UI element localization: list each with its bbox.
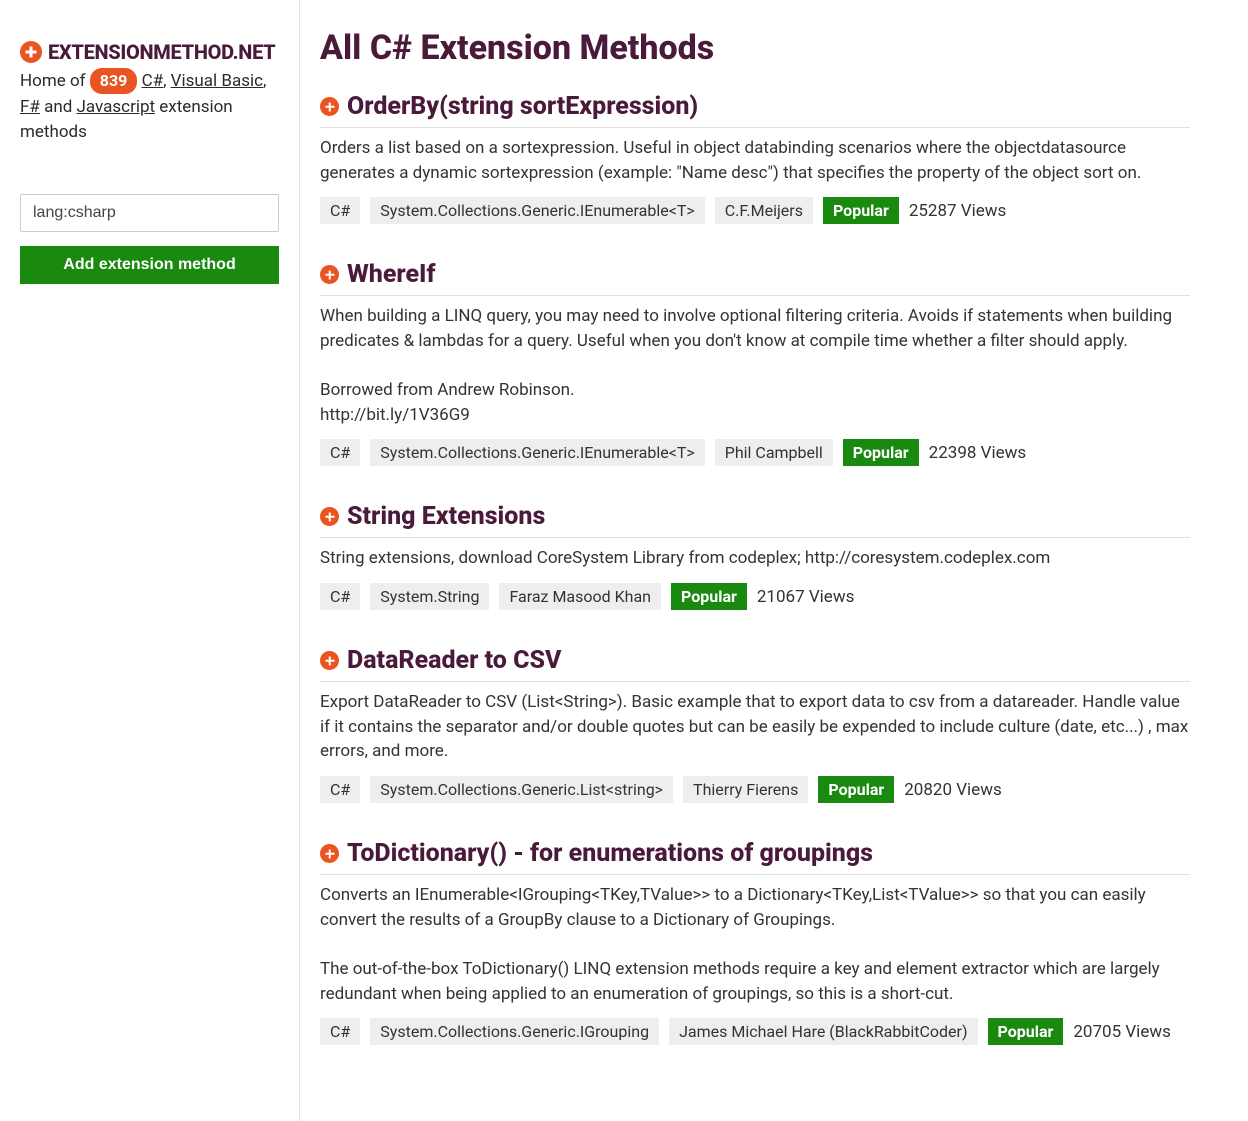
type-tag[interactable]: System.Collections.Generic.IEnumerable<T… [370, 197, 704, 224]
lang-link-vb[interactable]: Visual Basic [171, 71, 263, 91]
entry-tag-row: C# System.String Faraz Masood Khan Popular 2… [320, 583, 1190, 610]
entry-description: Orders a list based on a sortexpression.… [320, 136, 1190, 185]
lang-link-js[interactable]: Javascript [77, 97, 156, 117]
type-tag[interactable]: System.String [370, 583, 489, 610]
views-count: 20705 Views [1073, 1022, 1171, 1042]
entry: String Extensions String extensions, down… [320, 502, 1190, 610]
entry-title-link[interactable]: DataReader to CSV [347, 646, 561, 675]
entry-tag-row: C# System.Collections.Generic.List<string… [320, 776, 1190, 803]
search-input[interactable] [20, 194, 279, 232]
intro-mid: and [40, 97, 77, 117]
lang-tag[interactable]: C# [320, 583, 360, 610]
entry: ToDictionary() - for enumerations of gro… [320, 839, 1190, 1045]
views-count: 20820 Views [904, 780, 1002, 800]
entry-title-link[interactable]: String Extensions [347, 502, 545, 531]
entry-title-row: ToDictionary() - for enumerations of gro… [320, 839, 1190, 875]
author-tag[interactable]: C.F.Meijers [715, 197, 813, 224]
logo-icon [20, 41, 42, 63]
views-count: 21067 Views [757, 587, 855, 607]
popular-badge: Popular [671, 583, 747, 610]
type-tag[interactable]: System.Collections.Generic.List<string> [370, 776, 673, 803]
author-tag[interactable]: Thierry Fierens [683, 776, 808, 803]
popular-badge: Popular [988, 1018, 1064, 1045]
type-tag[interactable]: System.Collections.Generic.IEnumerable<T… [370, 439, 704, 466]
lang-link-fsharp[interactable]: F# [20, 97, 40, 117]
entry-description: String extensions, download CoreSystem L… [320, 546, 1190, 571]
entry-description: Export DataReader to CSV (List<String>).… [320, 690, 1190, 764]
site-name: EXTENSIONMETHOD.NET [48, 40, 275, 64]
author-tag[interactable]: James Michael Hare (BlackRabbitCoder) [669, 1018, 977, 1045]
plus-icon [320, 844, 339, 863]
lang-link-csharp[interactable]: C# [142, 71, 164, 91]
lang-tag[interactable]: C# [320, 1018, 360, 1045]
main-content: All C# Extension Methods OrderBy(string … [300, 0, 1230, 1121]
popular-badge: Popular [843, 439, 919, 466]
entry-title-row: String Extensions [320, 502, 1190, 538]
entry-tag-row: C# System.Collections.Generic.IEnumerable… [320, 197, 1190, 224]
sidebar: EXTENSIONMETHOD.NET Home of 839 C#, Visu… [0, 0, 300, 1121]
entry: DataReader to CSV Export DataReader to CS… [320, 646, 1190, 803]
plus-icon [320, 651, 339, 670]
entry-title-link[interactable]: OrderBy(string sortExpression) [347, 92, 698, 121]
views-count: 25287 Views [909, 201, 1007, 221]
views-count: 22398 Views [929, 443, 1027, 463]
entry-description: Converts an IEnumerable<IGrouping<TKey,T… [320, 883, 1190, 1006]
entry-title-row: OrderBy(string sortExpression) [320, 92, 1190, 128]
add-extension-button[interactable]: Add extension method [20, 246, 279, 284]
entry-title-link[interactable]: WhereIf [347, 260, 436, 289]
intro-prefix: Home of [20, 71, 90, 91]
lang-tag[interactable]: C# [320, 439, 360, 466]
count-badge: 839 [90, 68, 138, 94]
entry-description: When building a LINQ query, you may need… [320, 304, 1190, 427]
popular-badge: Popular [818, 776, 894, 803]
plus-icon [320, 97, 339, 116]
author-tag[interactable]: Faraz Masood Khan [499, 583, 661, 610]
type-tag[interactable]: System.Collections.Generic.IGrouping [370, 1018, 659, 1045]
entry-tag-row: C# System.Collections.Generic.IEnumerable… [320, 439, 1190, 466]
popular-badge: Popular [823, 197, 899, 224]
plus-icon [320, 265, 339, 284]
site-intro: Home of 839 C#, Visual Basic, F# and Jav… [20, 68, 279, 146]
author-tag[interactable]: Phil Campbell [715, 439, 833, 466]
entry: OrderBy(string sortExpression) Orders a l… [320, 92, 1190, 224]
entry-title-row: DataReader to CSV [320, 646, 1190, 682]
lang-tag[interactable]: C# [320, 776, 360, 803]
entry-tag-row: C# System.Collections.Generic.IGrouping Ja… [320, 1018, 1190, 1045]
site-logo-row: EXTENSIONMETHOD.NET [20, 40, 279, 64]
page-title: All C# Extension Methods [320, 28, 1190, 68]
lang-tag[interactable]: C# [320, 197, 360, 224]
entry: WhereIf When building a LINQ query, you m… [320, 260, 1190, 466]
entry-title-link[interactable]: ToDictionary() - for enumerations of gro… [347, 839, 873, 868]
entry-title-row: WhereIf [320, 260, 1190, 296]
plus-icon [320, 507, 339, 526]
